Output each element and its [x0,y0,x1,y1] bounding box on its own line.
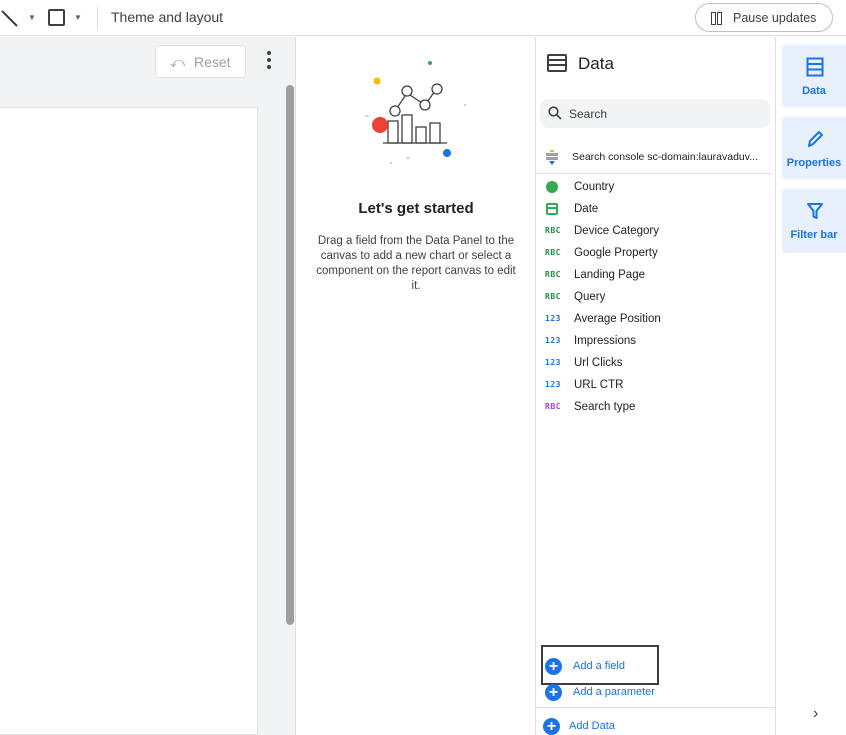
pause-icon [711,12,722,25]
field-name: Search type [574,401,636,413]
rail-tab-label: Properties [786,157,842,169]
empty-state-panel: Let's get started Drag a field from the … [297,37,535,735]
text-type-icon: RBC [545,248,561,257]
theme-and-layout-button[interactable]: Theme and layout [111,9,223,25]
search-icon [548,106,562,120]
number-type-icon: 123 [545,380,561,389]
field-list: Country Date RBC Device Category RBC Goo… [536,178,771,420]
field-country[interactable]: Country [536,178,771,200]
field-query[interactable]: RBC Query [536,288,771,310]
pause-updates-label: Pause updates [733,11,817,25]
rectangle-tool-icon[interactable] [48,9,65,26]
data-table-icon [806,57,824,77]
field-url-clicks[interactable]: 123 Url Clicks [536,354,771,376]
data-panel-title: Data [578,54,614,73]
field-landing-page[interactable]: RBC Landing Page [536,266,771,288]
data-source-row[interactable]: Search console sc-domain:lauravaduv... [536,146,771,174]
text-type-icon: RBC [545,270,561,279]
panel-divider [536,707,776,708]
data-table-icon [547,54,567,72]
pencil-icon [808,131,823,147]
top-toolbar: ▼ ▼ Theme and layout Pause updates [0,0,846,36]
line-tool-icon[interactable] [0,8,22,30]
chart-illustration-icon [363,61,466,164]
field-device-category[interactable]: RBC Device Category [536,222,771,244]
toolbar-divider [97,6,98,30]
more-options-icon[interactable] [265,51,273,71]
field-date[interactable]: Date [536,200,771,222]
add-circle-icon: + [545,658,562,675]
number-type-icon: 123 [545,336,561,345]
empty-state-heading: Let's get started [358,200,474,217]
data-panel: Data Search Search console sc-domain:lau… [535,37,776,735]
search-placeholder: Search [569,107,608,121]
field-name: Url Clicks [574,357,623,369]
search-console-icon [546,150,558,165]
calendar-icon [546,203,558,215]
rail-tab-data[interactable]: Data [782,45,846,107]
field-impressions[interactable]: 123 Impressions [536,332,771,354]
add-circle-icon: + [545,684,562,701]
report-canvas-area: ⤺ Reset [0,37,296,735]
field-google-property[interactable]: RBC Google Property [536,244,771,266]
add-circle-icon: + [543,718,560,735]
rail-tab-filter-bar[interactable]: Filter bar [782,189,846,253]
chevron-down-icon[interactable]: ▼ [74,13,82,22]
field-name: Impressions [574,335,636,347]
field-name: Landing Page [574,269,645,281]
pause-updates-button[interactable]: Pause updates [695,3,833,32]
report-page[interactable] [0,107,258,735]
field-name: Device Category [574,225,660,237]
canvas-scrollbar[interactable] [286,85,294,625]
field-name: Google Property [574,247,658,259]
number-type-icon: 123 [545,358,561,367]
add-data-label: Add Data [569,720,615,732]
field-search-input[interactable]: Search [540,99,770,128]
field-average-position[interactable]: 123 Average Position [536,310,771,332]
field-name: Average Position [574,313,661,325]
filter-icon [807,203,823,219]
number-type-icon: 123 [545,314,561,323]
data-source-name: Search console sc-domain:lauravaduv... [572,151,758,163]
right-rail: Data Properties Filter bar [777,37,846,735]
chevron-right-icon[interactable]: › [813,705,818,723]
globe-icon [546,181,558,193]
field-search-type[interactable]: RBC Search type [536,398,771,420]
chevron-down-icon[interactable]: ▼ [28,13,36,22]
rail-tab-properties[interactable]: Properties [782,117,846,179]
field-url-ctr[interactable]: 123 URL CTR [536,376,771,398]
add-parameter-label: Add a parameter [573,686,655,698]
text-type-icon: RBC [545,292,561,301]
add-field-label: Add a field [573,660,625,672]
field-name: Country [574,181,615,193]
empty-state-description: Drag a field from the Data Panel to the … [316,235,516,292]
undo-icon: ⤺ [170,54,185,70]
reset-button[interactable]: ⤺ Reset [155,45,246,78]
field-name: Date [574,203,599,215]
reset-label: Reset [194,54,231,70]
text-type-icon: RBC [545,226,561,235]
rail-tab-label: Data [802,85,826,97]
report-editor: ▼ ▼ Theme and layout Pause updates ⤺ Res… [0,0,846,735]
rail-tab-label: Filter bar [790,229,838,241]
calculated-text-type-icon: RBC [545,402,561,411]
field-name: Query [574,291,606,303]
field-name: URL CTR [574,379,624,391]
